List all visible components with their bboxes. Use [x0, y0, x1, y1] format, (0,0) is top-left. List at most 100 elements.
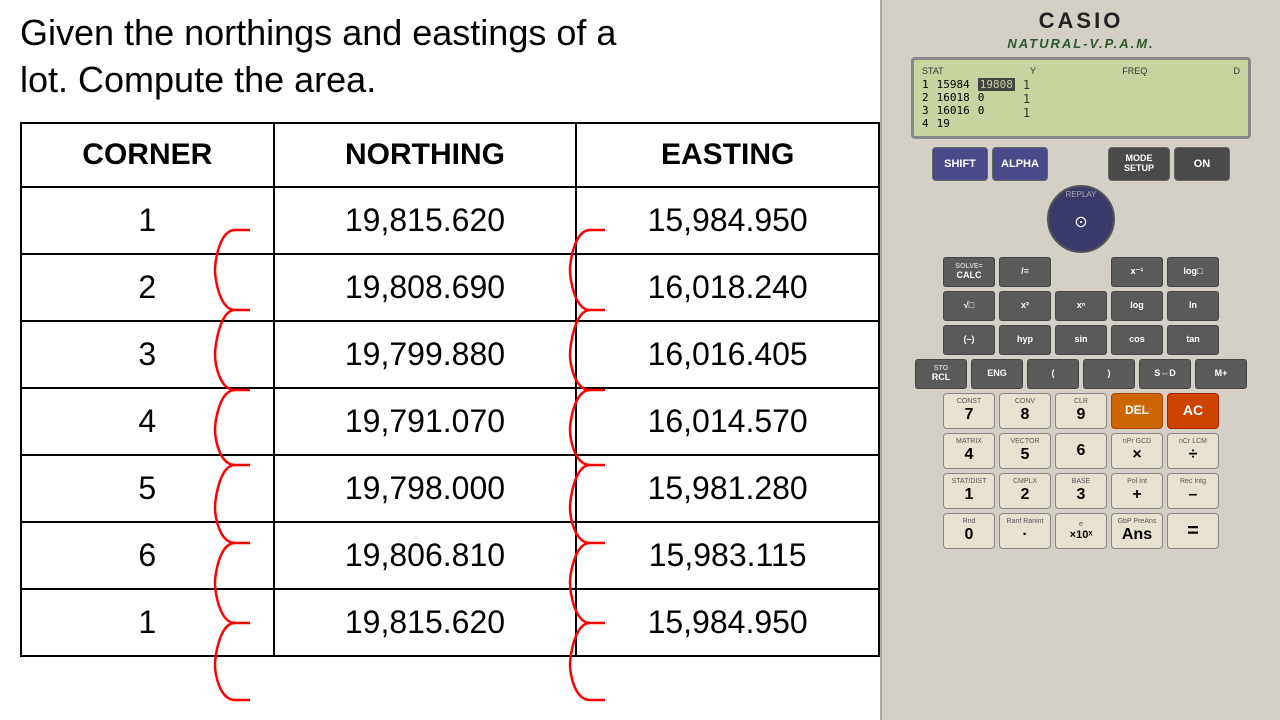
tan-button[interactable]: tan: [1167, 325, 1219, 355]
cell-easting-5: 15,983.115: [576, 522, 879, 589]
exp-button[interactable]: e×10ˣ: [1055, 513, 1107, 549]
btn-row-10: Rnd0 Ranf Ranint· e×10ˣ GbP PreAnsAns =: [911, 513, 1251, 549]
d-indicator: D: [1234, 66, 1241, 76]
btn-row-1: SHIFT ALPHA MODESETUP ON: [911, 147, 1251, 181]
replay-button[interactable]: REPLAY ⊙: [1047, 185, 1115, 253]
col-header-northing: NORTHING: [274, 123, 577, 187]
xpow-button[interactable]: xⁿ: [1055, 291, 1107, 321]
table-row: 3 19,799.880 16,016.405: [21, 321, 879, 388]
cell-northing-1: 19,808.690: [274, 254, 577, 321]
hyp-button[interactable]: hyp: [999, 325, 1051, 355]
num7-button[interactable]: CONST7: [943, 393, 995, 429]
eng-button[interactable]: ENG: [971, 359, 1023, 389]
calc-button[interactable]: SOLVE=CALC: [943, 257, 995, 287]
xinv-button[interactable]: x⁻¹: [1111, 257, 1163, 287]
btn-row-3: SOLVE=CALC /= x⁻¹ log□: [911, 257, 1251, 287]
stat-label: STAT: [922, 66, 944, 76]
btn-row-6: STORCL ENG ( ) S⇔D M+: [911, 359, 1251, 389]
screen-header: STAT Y FREQ D: [922, 66, 1240, 76]
screen-x-col: 1 2 3 4: [922, 78, 929, 130]
calc-buttons: SHIFT ALPHA MODESETUP ON REPLAY ⊙ SOLVE=…: [911, 147, 1251, 553]
calculator: CASIO NATURAL-V.P.A.M. STAT Y FREQ D 1 2…: [880, 0, 1280, 720]
btn-row-8: MATRIX4 VECTOR5 6 nPr GCD× nCr LCM÷: [911, 433, 1251, 469]
cell-corner-6: 1: [21, 589, 274, 656]
neg-button[interactable]: (–): [943, 325, 995, 355]
minus-button[interactable]: Rec Intg–: [1167, 473, 1219, 509]
num4-button[interactable]: MATRIX4: [943, 433, 995, 469]
cell-northing-4: 19,798.000: [274, 455, 577, 522]
btn-row-5: (–) hyp sin cos tan: [911, 325, 1251, 355]
num5-button[interactable]: VECTOR5: [999, 433, 1051, 469]
log0-button[interactable]: log□: [1167, 257, 1219, 287]
cell-easting-3: 16,014.570: [576, 388, 879, 455]
rparen-button[interactable]: ): [1083, 359, 1135, 389]
cell-corner-5: 6: [21, 522, 274, 589]
cell-corner-4: 5: [21, 455, 274, 522]
data-table: CORNER NORTHING EASTING 1 19,815.620 15,…: [20, 122, 880, 657]
plus-button[interactable]: Pol Int+: [1111, 473, 1163, 509]
x2-button[interactable]: x²: [999, 291, 1051, 321]
shift-button[interactable]: SHIFT: [932, 147, 988, 181]
del-button[interactable]: DEL: [1111, 393, 1163, 429]
problem-line2: lot. Compute the area.: [20, 59, 376, 100]
num9-button[interactable]: CLR9: [1055, 393, 1107, 429]
ans-button[interactable]: GbP PreAnsAns: [1111, 513, 1163, 549]
screen-data: 1 2 3 4 15984 16018 16016 19 19808 0 0 1…: [922, 78, 1240, 130]
mult-button[interactable]: nPr GCD×: [1111, 433, 1163, 469]
btn-row-9: STAT/DIST1 CMPLX2 BASE3 Pol Int+ Rec Int…: [911, 473, 1251, 509]
cell-northing-5: 19,806.810: [274, 522, 577, 589]
cell-easting-2: 16,016.405: [576, 321, 879, 388]
ln-button[interactable]: ln: [1167, 291, 1219, 321]
btn-row-4: √□ x² xⁿ log ln: [911, 291, 1251, 321]
mode-button[interactable]: MODESETUP: [1108, 147, 1170, 181]
table-row: 1 19,815.620 15,984.950: [21, 589, 879, 656]
screen-val2-col: 19808 0 0: [978, 78, 1015, 130]
frac-button[interactable]: /=: [999, 257, 1051, 287]
col-header-easting: EASTING: [576, 123, 879, 187]
btn-row-7: CONST7 CONV8 CLR9 DEL AC: [911, 393, 1251, 429]
calc-model: NATURAL-V.P.A.M.: [1007, 36, 1154, 51]
log-button[interactable]: log: [1111, 291, 1163, 321]
calc-screen: STAT Y FREQ D 1 2 3 4 15984 16018 16016 …: [911, 57, 1251, 139]
left-panel: Given the northings and eastings of a lo…: [0, 0, 880, 720]
dot-button[interactable]: Ranf Ranint·: [999, 513, 1051, 549]
num6-button[interactable]: 6: [1055, 433, 1107, 469]
freq-label: FREQ: [1122, 66, 1147, 76]
cell-corner-1: 2: [21, 254, 274, 321]
num2-button[interactable]: CMPLX2: [999, 473, 1051, 509]
cell-easting-0: 15,984.950: [576, 187, 879, 254]
cell-corner-0: 1: [21, 187, 274, 254]
cos-button[interactable]: cos: [1111, 325, 1163, 355]
num3-button[interactable]: BASE3: [1055, 473, 1107, 509]
cell-easting-6: 15,984.950: [576, 589, 879, 656]
cell-easting-4: 15,981.280: [576, 455, 879, 522]
mplus-button[interactable]: M+: [1195, 359, 1247, 389]
num8-button[interactable]: CONV8: [999, 393, 1051, 429]
div-button[interactable]: nCr LCM÷: [1167, 433, 1219, 469]
cell-corner-3: 4: [21, 388, 274, 455]
on-button[interactable]: ON: [1174, 147, 1230, 181]
cell-northing-2: 19,799.880: [274, 321, 577, 388]
cell-northing-3: 19,791.070: [274, 388, 577, 455]
y-label: Y: [1030, 66, 1036, 76]
cell-northing-0: 19,815.620: [274, 187, 577, 254]
screen-freq-col: 1 1 1: [1023, 78, 1030, 130]
rcl-button[interactable]: STORCL: [915, 359, 967, 389]
replay-row: REPLAY ⊙: [911, 185, 1251, 253]
lparen-button[interactable]: (: [1027, 359, 1079, 389]
cell-northing-6: 19,815.620: [274, 589, 577, 656]
sin-button[interactable]: sin: [1055, 325, 1107, 355]
alpha-button[interactable]: ALPHA: [992, 147, 1048, 181]
num1-button[interactable]: STAT/DIST1: [943, 473, 995, 509]
ac-button[interactable]: AC: [1167, 393, 1219, 429]
table-row: 1 19,815.620 15,984.950: [21, 187, 879, 254]
num0-button[interactable]: Rnd0: [943, 513, 995, 549]
sqrt-button[interactable]: √□: [943, 291, 995, 321]
cell-corner-2: 3: [21, 321, 274, 388]
calc-brand: CASIO: [1039, 8, 1124, 34]
table-row: 6 19,806.810 15,983.115: [21, 522, 879, 589]
equals-button[interactable]: =: [1167, 513, 1219, 549]
table-row: 5 19,798.000 15,981.280: [21, 455, 879, 522]
sd-button[interactable]: S⇔D: [1139, 359, 1191, 389]
problem-text: Given the northings and eastings of a lo…: [20, 10, 860, 104]
